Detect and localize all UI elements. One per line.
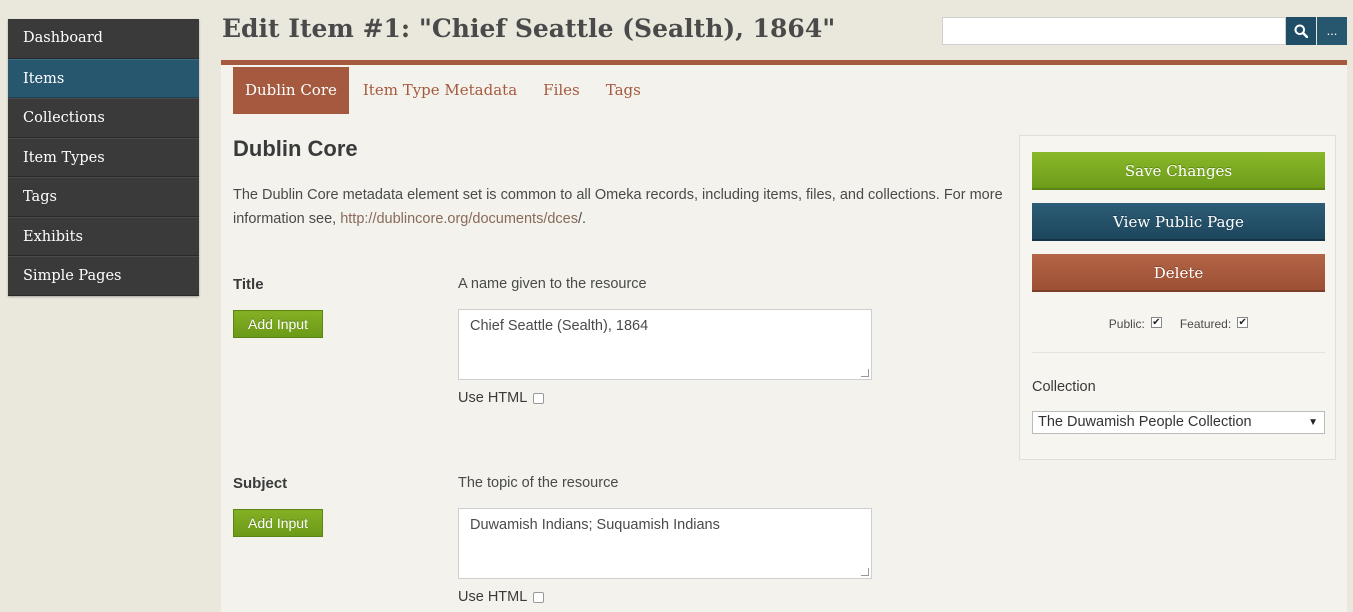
title-use-html-checkbox[interactable] [533,392,545,404]
resize-grip-icon[interactable] [861,369,869,377]
collection-label: Collection [1032,379,1096,395]
search-bar: ... [942,17,1347,45]
search-icon [1294,24,1308,38]
collection-selected-value: The Duwamish People Collection [1038,414,1252,430]
section-intro: The Dublin Core metadata element set is … [233,183,1003,231]
nav-item-items[interactable]: Items [8,58,199,98]
subject-field-description: The topic of the resource [458,475,619,491]
section-title: Dublin Core [233,136,358,161]
subject-textarea[interactable]: Duwamish Indians; Suquamish Indians [458,508,872,579]
title-add-input-button[interactable]: Add Input [233,310,323,338]
title-field-description: A name given to the resource [458,276,647,292]
subject-field-label: Subject [233,475,288,492]
delete-button[interactable]: Delete [1032,254,1325,292]
public-checkbox[interactable]: ✔ [1150,316,1162,328]
visibility-flags: Public: ✔ Featured: ✔ [1020,316,1337,331]
nav-item-dashboard[interactable]: Dashboard [8,19,199,59]
subject-use-html-checkbox[interactable] [533,591,545,603]
title-textarea[interactable]: Chief Seattle (Sealth), 1864 [458,309,872,380]
collection-select[interactable]: The Duwamish People Collection ▼ [1032,411,1325,434]
subject-use-html: Use HTML [458,589,545,605]
featured-label: Featured: [1179,317,1232,331]
nav-item-tags[interactable]: Tags [8,177,199,217]
title-field-label: Title [233,276,264,293]
intro-end: /. [577,211,587,227]
featured-checkbox[interactable]: ✔ [1237,316,1249,328]
public-flag: Public: ✔ [1108,316,1162,331]
nav-item-collections[interactable]: Collections [8,98,199,138]
dces-link[interactable]: http://dublincore.org/documents/dces [340,211,578,227]
title-use-html-label: Use HTML [458,390,528,406]
nav-item-simple-pages[interactable]: Simple Pages [8,256,199,296]
page-title: Edit Item #1: "Chief Seattle (Sealth), 1… [222,14,836,43]
tab-tags[interactable]: Tags [594,67,653,114]
edit-item-panel: Dublin Core Item Type Metadata Files Tag… [221,60,1347,612]
resize-grip-icon[interactable] [861,568,869,576]
save-panel: Save Changes View Public Page Delete Pub… [1019,135,1336,460]
featured-flag: Featured: ✔ [1179,316,1249,331]
title-value: Chief Seattle (Sealth), 1864 [470,318,649,334]
search-input[interactable] [942,17,1286,45]
subject-add-input-button[interactable]: Add Input [233,509,323,537]
tab-dublin-core[interactable]: Dublin Core [233,67,349,114]
subject-value: Duwamish Indians; Suquamish Indians [470,517,720,533]
search-button[interactable] [1286,17,1316,45]
view-public-page-button[interactable]: View Public Page [1032,203,1325,241]
tab-item-type-metadata[interactable]: Item Type Metadata [351,67,529,114]
main-nav: Dashboard Items Collections Item Types T… [8,19,199,296]
title-use-html: Use HTML [458,390,545,406]
tab-files[interactable]: Files [531,67,592,114]
subject-use-html-label: Use HTML [458,589,528,605]
advanced-search-button[interactable]: ... [1317,17,1347,45]
nav-item-exhibits[interactable]: Exhibits [8,216,199,256]
divider [1032,352,1325,353]
dropdown-caret-icon: ▼ [1308,417,1318,428]
section-tabs: Dublin Core Item Type Metadata Files Tag… [233,67,655,114]
save-changes-button[interactable]: Save Changes [1032,152,1325,190]
nav-item-item-types[interactable]: Item Types [8,137,199,177]
public-label: Public: [1108,317,1145,331]
